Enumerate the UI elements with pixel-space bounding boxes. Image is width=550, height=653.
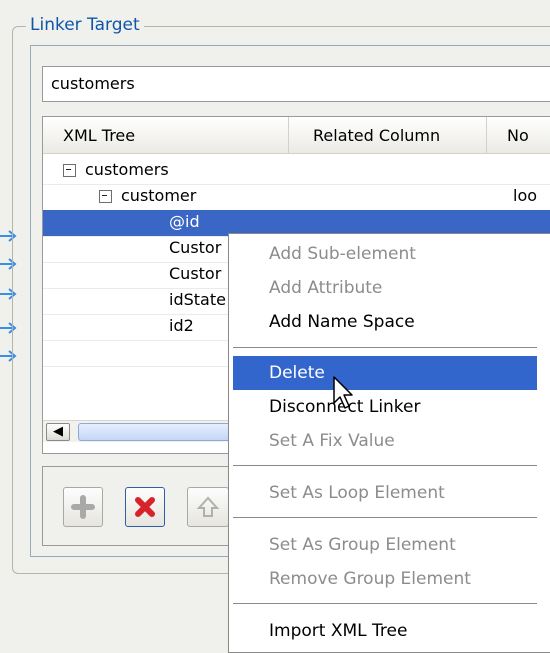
menu-item-set-fix-value[interactable]: Set A Fix Value (233, 424, 537, 458)
delete-button[interactable] (125, 487, 165, 527)
root-combo[interactable]: customers (42, 66, 550, 102)
tree-node-label: @id (169, 212, 200, 231)
group-title: Linker Target (26, 13, 144, 37)
combo-value: customers (51, 74, 135, 93)
node-cell: loo (513, 186, 538, 205)
collapse-icon[interactable] (99, 190, 112, 203)
add-button[interactable] (63, 487, 103, 527)
tree-node-label: customers (85, 160, 169, 179)
scrollbar-thumb[interactable] (78, 423, 248, 441)
table-row[interactable]: customers (43, 158, 550, 185)
tree-node-label: customer (121, 186, 197, 205)
mouse-pointer-icon (333, 376, 353, 409)
menu-item-disconnect-linker[interactable]: Disconnect Linker (233, 390, 537, 424)
menu-item-set-as-loop-element[interactable]: Set As Loop Element (233, 476, 537, 510)
red-x-icon (135, 497, 155, 517)
menu-item-delete[interactable]: Delete (233, 356, 537, 390)
up-arrow-icon (196, 496, 220, 517)
menu-separator (233, 603, 537, 604)
context-menu: Add Sub-element Add Attribute Add Name S… (228, 233, 550, 653)
tree-node-label: Custor (169, 238, 222, 257)
menu-item-add-sub-element[interactable]: Add Sub-element (233, 237, 537, 271)
tree-node-label: Custor (169, 264, 222, 283)
tree-node-label: idState (169, 290, 226, 309)
table-row[interactable]: customer loo (43, 184, 550, 211)
collapse-icon[interactable] (63, 164, 76, 177)
column-header-related-column[interactable]: Related Column (289, 117, 487, 154)
menu-item-add-name-space[interactable]: Add Name Space (233, 305, 537, 339)
plus-icon (71, 495, 95, 519)
move-up-button[interactable] (187, 487, 229, 527)
column-header-xml-tree[interactable]: XML Tree (43, 117, 289, 154)
column-header-node[interactable]: No (487, 117, 550, 154)
menu-separator (233, 517, 537, 518)
menu-item-remove-group-element[interactable]: Remove Group Element (233, 562, 537, 596)
menu-separator (233, 465, 537, 466)
menu-item-import-xml-tree[interactable]: Import XML Tree (233, 614, 537, 648)
menu-separator (233, 347, 537, 348)
chevron-left-icon[interactable]: ◀ (46, 423, 70, 441)
tree-node-label: id2 (169, 316, 194, 335)
menu-item-set-as-group-element[interactable]: Set As Group Element (233, 528, 537, 562)
menu-item-add-attribute[interactable]: Add Attribute (233, 271, 537, 305)
